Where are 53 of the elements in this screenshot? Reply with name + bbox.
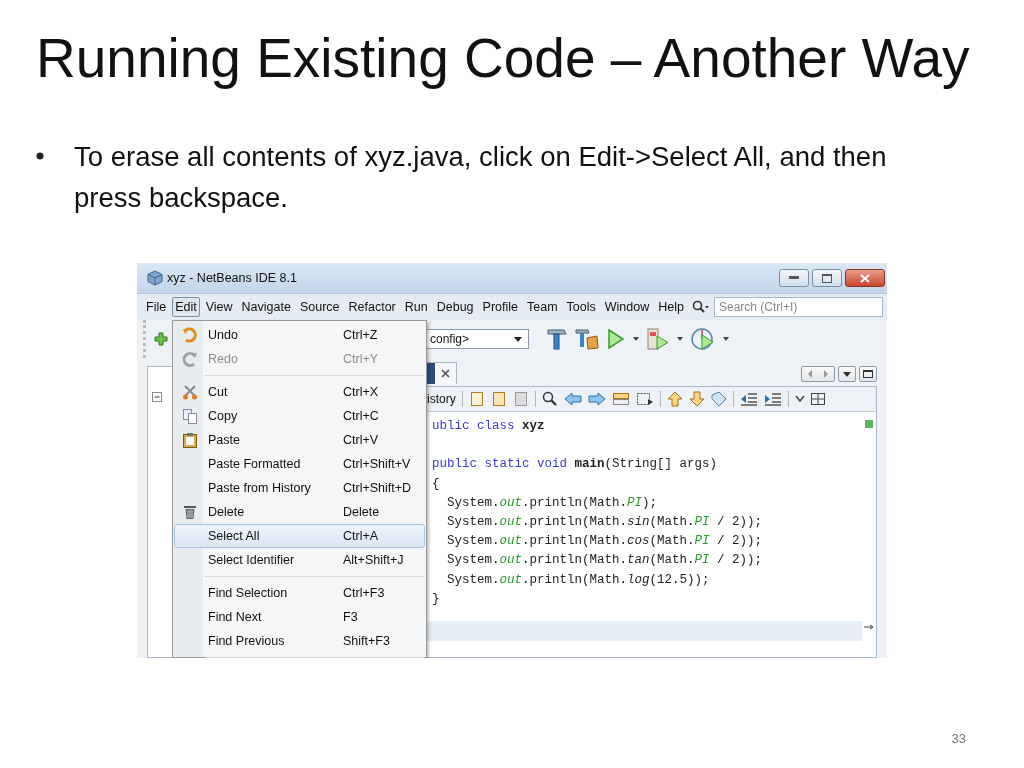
menu-option[interactable]: Find Selection Ctrl+F3 xyxy=(174,581,425,605)
menu-item[interactable]: View xyxy=(202,297,236,317)
menu-option[interactable]: Paste Formatted Ctrl+Shift+V xyxy=(174,452,425,476)
shortcut-label: Ctrl+F3 xyxy=(343,586,385,600)
page-number: 33 xyxy=(951,731,966,746)
menu-item[interactable]: Help xyxy=(655,297,687,317)
shortcut-label: Alt+Shift+J xyxy=(343,553,404,567)
shortcut-label: Ctrl+Y xyxy=(343,352,379,366)
menu-option[interactable]: Undo Ctrl+Z xyxy=(174,323,425,347)
shortcut-label: Ctrl+A xyxy=(343,529,379,543)
menu-option[interactable]: Paste Ctrl+V xyxy=(174,428,425,452)
shortcut-label: Ctrl+Shift+V xyxy=(343,457,411,471)
code-line: System.out.println(Math.sin(Math.PI / 2)); xyxy=(446,513,764,531)
search-field[interactable]: Search (Ctrl+I) xyxy=(713,297,883,317)
menu-item[interactable]: File xyxy=(143,297,170,317)
menu-option[interactable]: Find Next F3 xyxy=(174,605,425,629)
shortcut-label: Shift+F3 xyxy=(343,634,390,648)
window-title: xyz - NetBeans IDE 8.1 xyxy=(167,271,297,285)
shortcut-label: Delete xyxy=(343,505,380,519)
menu-item[interactable]: Navigate xyxy=(238,297,294,317)
history-tab[interactable]: istory xyxy=(427,392,456,406)
shortcut-label: Ctrl+X xyxy=(343,385,379,399)
menu-item[interactable]: Tools xyxy=(563,297,599,317)
code-line: System.out.println(Math.cos(Math.PI / 2)); xyxy=(446,533,764,551)
config-dropdown[interactable]: config> xyxy=(427,329,529,349)
menu-option[interactable]: Select Identifier Alt+Shift+J xyxy=(174,548,425,572)
menu-option[interactable]: Cut Ctrl+X xyxy=(174,380,425,404)
shortcut-label: Ctrl+C xyxy=(343,409,379,423)
menu-option[interactable]: Find Previous Shift+F3 xyxy=(174,629,425,653)
menu-item[interactable]: Refactor xyxy=(345,297,399,317)
slide-title: Running Existing Code – Another Way xyxy=(36,28,970,88)
shortcut-label: F3 xyxy=(343,610,358,624)
menu-item[interactable]: Team xyxy=(524,297,561,317)
menu-option[interactable]: Copy Ctrl+C xyxy=(174,404,425,428)
menu-option[interactable]: Delete Delete xyxy=(174,500,425,524)
code-line: System.out.println(Math.tan(Math.PI / 2)); xyxy=(446,552,764,570)
menu-item[interactable]: Source xyxy=(296,297,343,317)
menu-item[interactable]: Edit xyxy=(172,297,200,317)
menu-item[interactable]: Run xyxy=(401,297,431,317)
menu-option[interactable]: Select All Ctrl+A xyxy=(174,524,425,548)
menu-item[interactable]: Debug xyxy=(433,297,477,317)
code-line: } xyxy=(432,590,441,608)
code-line: System.out.println(Math.PI); xyxy=(446,494,659,512)
code-line: System.out.println(Math.log(12.5)); xyxy=(446,571,711,589)
menu-option[interactable]: Paste from History Ctrl+Shift+D xyxy=(174,476,425,500)
menu-item[interactable]: Window xyxy=(601,297,653,317)
shortcut-label: Ctrl+V xyxy=(343,433,379,447)
shortcut-label: Ctrl+Z xyxy=(343,328,378,342)
menu-item[interactable]: Profile xyxy=(479,297,521,317)
code-line: { xyxy=(432,475,441,493)
code-line: ublic class xyz xyxy=(432,418,546,435)
shortcut-label: Ctrl+Shift+D xyxy=(343,481,412,495)
bullet-text: To erase all contents of xyz.java, click on Edit->Select All, and then press backspace. xyxy=(74,140,888,215)
